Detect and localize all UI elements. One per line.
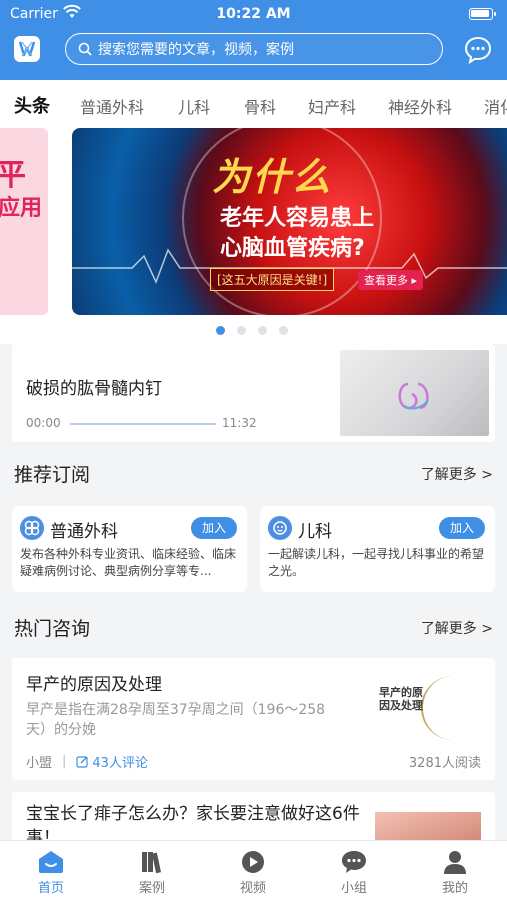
logo-icon — [18, 41, 36, 57]
nav-label: 视频 — [239, 881, 266, 896]
article-card[interactable]: 早产的原因及处理 早产是指在满28孕周至37孕周之间（196～258天）的分娩 … — [12, 658, 495, 780]
tab-pediatrics[interactable]: 儿科 — [178, 94, 210, 118]
banner-subtitle-1: 老年人容易患上 — [220, 206, 375, 231]
banner-prev-text: 平 — [0, 158, 26, 193]
recommend-more-link[interactable]: 了解更多 > — [421, 464, 493, 484]
tab-orthopedics[interactable]: 骨科 — [244, 94, 276, 118]
carousel-dot[interactable] — [258, 326, 267, 335]
banner-title: 为什么 — [212, 154, 333, 199]
banner-carousel: 平 应用 为什么 老年人容易患上 心脑血管疾病? [这五大原因是关键!] 查看更… — [0, 126, 507, 344]
article-thumbnail[interactable]: 早产的原因及处理 — [375, 676, 481, 740]
top-header: Carrier 10:22 AM 搜索您需要的文章，视频，案例 — [0, 0, 507, 80]
banner-slide[interactable]: 为什么 老年人容易患上 心脑血管疾病? [这五大原因是关键!] 查看更多 ▸ — [72, 128, 507, 315]
subscription-name: 普通外科 — [50, 522, 118, 542]
carousel-indicator — [216, 326, 288, 335]
video-thumbnail[interactable] — [340, 350, 489, 436]
app-logo[interactable] — [14, 36, 40, 62]
video-duration: 11:32 — [222, 416, 257, 430]
video-progress-bar[interactable] — [70, 423, 216, 425]
article-comments[interactable]: 43人评论 — [92, 752, 148, 771]
video-logo-icon — [398, 382, 429, 410]
status-bar: Carrier 10:22 AM — [0, 4, 507, 24]
tab-obstetrics[interactable]: 妇产科 — [308, 94, 356, 118]
books-icon — [142, 852, 162, 874]
nav-home[interactable]: 首页 — [21, 849, 81, 896]
search-input[interactable]: 搜索您需要的文章，视频，案例 — [65, 33, 443, 65]
thumbnail-title: 早产的原因及处理 — [379, 686, 423, 712]
article-author: 小盟 — [26, 756, 53, 771]
nav-profile[interactable]: 我的 — [425, 849, 485, 896]
search-icon — [78, 42, 92, 56]
nav-groups[interactable]: 小组 — [324, 849, 384, 896]
hot-more-link[interactable]: 了解更多 > — [421, 618, 493, 638]
nav-label: 案例 — [138, 881, 165, 896]
user-icon — [444, 851, 466, 874]
nav-video[interactable]: 视频 — [223, 849, 283, 896]
play-icon — [242, 851, 264, 873]
nav-label: 首页 — [37, 881, 64, 896]
recommend-section-title: 推荐订阅 — [14, 464, 91, 486]
video-title: 破损的肱骨髓内钉 — [26, 379, 162, 399]
subscription-name: 儿科 — [298, 522, 332, 542]
edit-icon — [76, 756, 89, 768]
article-reads: 3281人阅读 — [408, 756, 481, 771]
article-title: 早产的原因及处理 — [26, 675, 162, 695]
banner-tag: [这五大原因是关键!] — [210, 268, 335, 291]
article-summary: 早产是指在满28孕周至37孕周之间（196～258天）的分娩 — [26, 702, 326, 738]
carousel-dot[interactable] — [237, 326, 246, 335]
nav-label: 我的 — [441, 881, 468, 896]
video-current-time: 00:00 — [26, 416, 61, 430]
category-tabs: 头条 普通外科 儿科 骨科 妇产科 神经外科 消化 — [0, 80, 507, 126]
banner-slide-previous[interactable]: 平 应用 — [0, 128, 48, 315]
general-surgery-icon — [20, 516, 44, 540]
banner-subtitle-2: 心脑血管疾病? — [220, 236, 365, 261]
nav-cases[interactable]: 案例 — [122, 849, 182, 896]
tab-neurosurgery[interactable]: 神经外科 — [388, 94, 452, 118]
clock: 10:22 AM — [216, 6, 291, 22]
article-meta: 小盟 | 43人评论 — [26, 752, 148, 771]
banner-prev-text-2: 应用 — [0, 196, 43, 221]
nav-label: 小组 — [340, 881, 367, 896]
subscription-card-general-surgery[interactable]: 普通外科 加入 发布各种外科专业资讯、临床经验、临床疑难病例讨论、典型病例分享等… — [12, 506, 247, 592]
chat-bubble-icon — [342, 851, 366, 873]
subscription-description: 发布各种外科专业资讯、临床经验、临床疑难病例讨论、典型病例分享等专... — [20, 547, 237, 578]
carousel-dot[interactable] — [216, 326, 225, 335]
search-placeholder: 搜索您需要的文章，视频，案例 — [98, 42, 294, 58]
battery-icon — [469, 8, 496, 20]
subscription-description: 一起解读儿科，一起寻找儿科事业的希望之光。 — [268, 547, 485, 578]
carousel-dot[interactable] — [279, 326, 288, 335]
bottom-tab-bar: 首页 案例 视频 小组 我的 — [0, 840, 507, 900]
join-button[interactable]: 加入 — [439, 517, 485, 539]
subscription-card-pediatrics[interactable]: 儿科 加入 一起解读儿科，一起寻找儿科事业的希望之光。 — [260, 506, 495, 592]
banner-more-button[interactable]: 查看更多 ▸ — [358, 270, 424, 290]
pediatrics-icon — [268, 516, 292, 540]
tab-headlines[interactable]: 头条 — [14, 92, 50, 118]
join-button[interactable]: 加入 — [191, 517, 237, 539]
tab-general-surgery[interactable]: 普通外科 — [80, 94, 144, 118]
meta-divider: | — [62, 754, 67, 769]
home-icon — [39, 851, 63, 873]
hot-section-title: 热门咨询 — [14, 618, 91, 640]
video-card[interactable]: 破损的肱骨髓内钉 00:00 11:32 — [12, 344, 495, 442]
tab-gastro[interactable]: 消化 — [484, 94, 507, 118]
message-icon[interactable] — [463, 35, 493, 65]
